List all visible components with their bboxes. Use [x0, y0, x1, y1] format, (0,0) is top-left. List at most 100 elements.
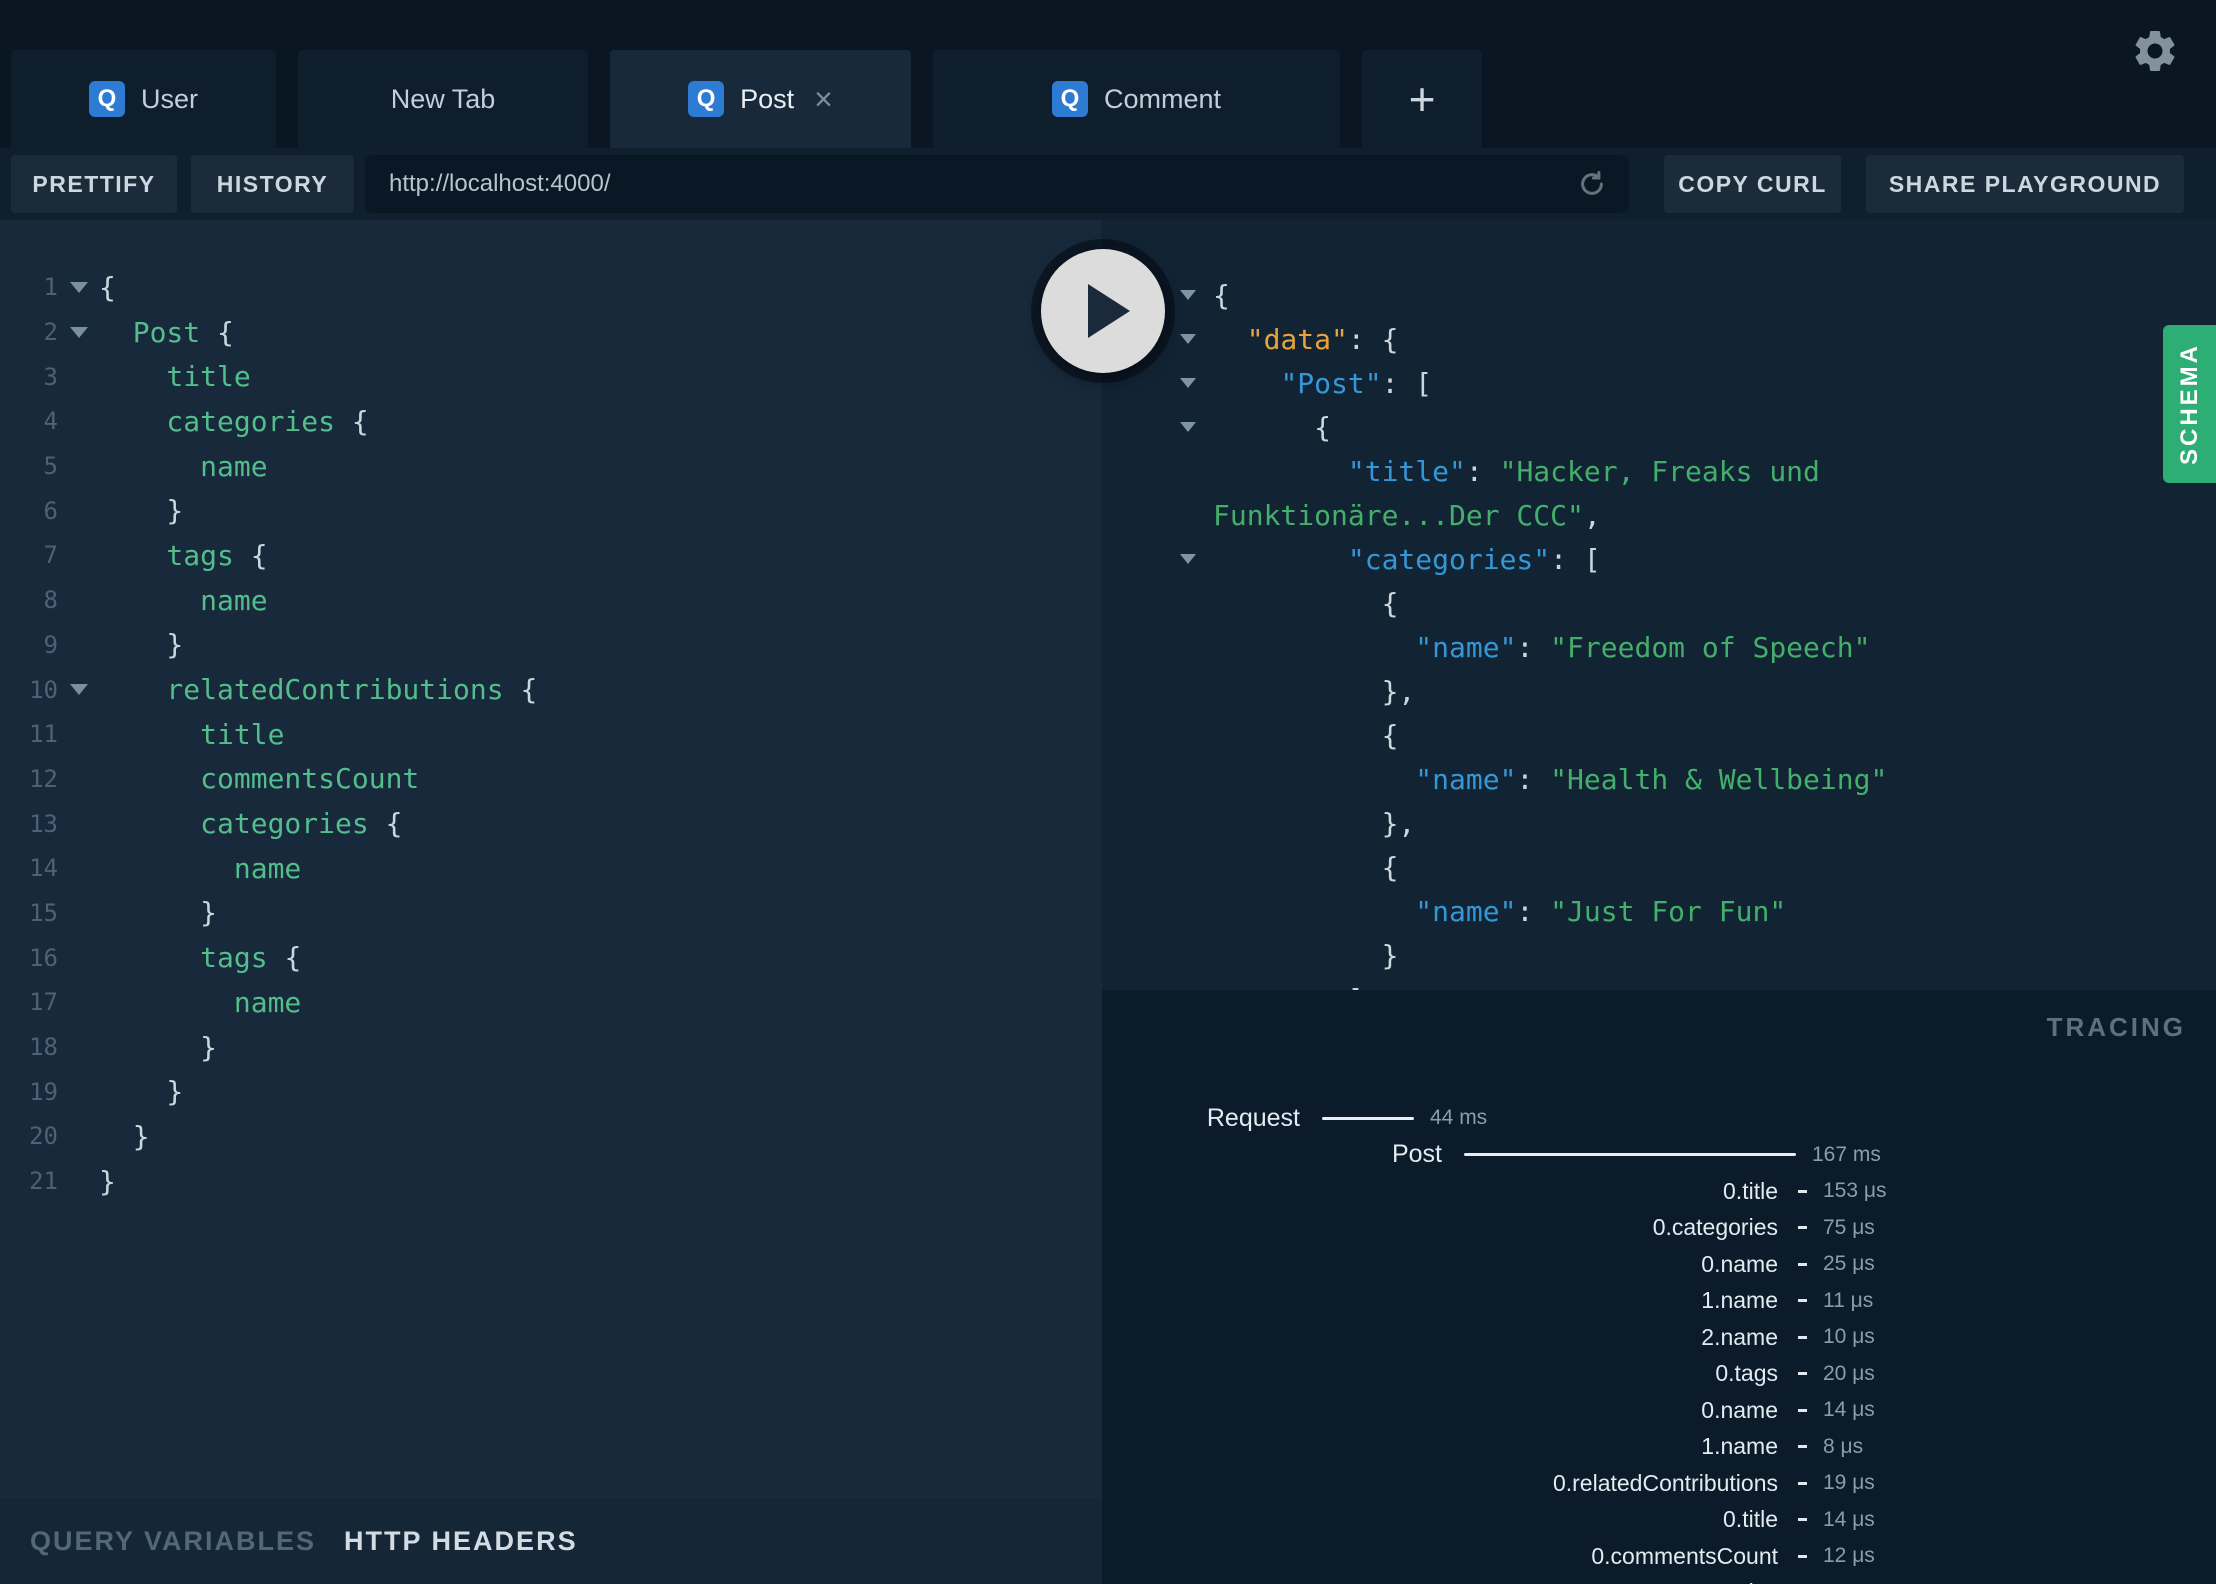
response-line: "data": {: [1102, 317, 2216, 361]
tracing-duration-tick: [1798, 1372, 1807, 1376]
code-token: title: [99, 360, 251, 394]
response-line: },: [1102, 801, 2216, 845]
query-code: }: [99, 1165, 116, 1198]
code-token: : [: [1550, 542, 1601, 576]
line-number: 8: [43, 586, 58, 615]
tab-new-tab[interactable]: New Tab: [298, 50, 588, 148]
line-number: 7: [43, 541, 58, 570]
code-token: name: [99, 985, 302, 1019]
query-code: title: [99, 360, 251, 394]
code-token: ,: [1583, 498, 1601, 532]
response-code: "name": "Health & Wellbeing": [1213, 763, 1887, 796]
tab-close-icon[interactable]: ×: [814, 83, 833, 115]
code-token: "Hacker, Freaks und: [1499, 454, 1820, 488]
editor-footer: QUERY VARIABLES HTTP HEADERS: [0, 1498, 1102, 1584]
tab-label: New Tab: [390, 83, 496, 114]
editor-line: 11 title: [0, 712, 1102, 757]
fold-arrow-icon[interactable]: [69, 326, 88, 338]
code-token: :: [1516, 894, 1551, 928]
code-token: "Post": [1280, 366, 1382, 400]
tracing-span-label: Post: [1391, 1140, 1442, 1169]
tracing-field-row: 0.categories 75 μs: [1102, 1210, 2216, 1247]
http-headers-tab[interactable]: HTTP HEADERS: [344, 1526, 578, 1557]
editor-line: 3 title: [0, 354, 1102, 399]
fold-arrow-icon[interactable]: [1180, 290, 1196, 300]
response-line: ],: [1102, 977, 2216, 991]
copy-curl-button[interactable]: COPY CURL: [1664, 155, 1841, 213]
line-number: 6: [43, 496, 58, 525]
editor-line: 14 name: [0, 846, 1102, 891]
line-number: 11: [29, 720, 58, 749]
line-number: 4: [43, 407, 58, 436]
share-playground-button[interactable]: SHARE PLAYGROUND: [1866, 155, 2184, 213]
editor-line: 21}: [0, 1159, 1102, 1204]
history-button[interactable]: HISTORY: [191, 155, 354, 213]
settings-gear-icon[interactable]: [2130, 26, 2180, 76]
query-variables-tab[interactable]: QUERY VARIABLES: [30, 1526, 316, 1557]
fold-arrow-icon[interactable]: [69, 684, 88, 696]
line-number: 13: [29, 809, 58, 838]
editor-line: 12 commentsCount: [0, 757, 1102, 802]
endpoint-url-input[interactable]: [365, 155, 1629, 213]
code-token: }: [99, 1119, 150, 1153]
reload-endpoint-icon[interactable]: [1577, 169, 1607, 199]
query-code: }: [99, 896, 217, 929]
code-token: {: [217, 315, 234, 349]
add-tab-button[interactable]: +: [1362, 50, 1482, 148]
fold-arrow-icon[interactable]: [1180, 334, 1196, 344]
query-editor-lines: 1{2 Post {3 title 4 categories {5 name 6 }…: [0, 220, 1102, 1203]
code-token: "Freedom of Speech": [1550, 630, 1871, 664]
tracing-span-row: Post 167 ms: [1102, 1137, 2216, 1174]
line-number: 5: [43, 452, 58, 481]
query-code: title: [99, 718, 284, 751]
tracing-field-label: 0.commentsCount: [1591, 1542, 1778, 1569]
editor-line: 20 }: [0, 1114, 1102, 1159]
code-token: "name": [1415, 762, 1517, 796]
query-code: }: [99, 1075, 183, 1108]
editor-line: 15 }: [0, 891, 1102, 936]
fold-gutter: [1180, 554, 1213, 564]
response-line: "title": "Hacker, Freaks und: [1102, 449, 2216, 493]
prettify-button[interactable]: PRETTIFY: [11, 155, 177, 213]
code-token: },: [1213, 674, 1416, 708]
tracing-field-label: 0.title: [1723, 1506, 1778, 1533]
code-token: {: [1213, 718, 1399, 752]
editor-line: 5 name: [0, 444, 1102, 489]
tracing-time: 12 μs: [1823, 1544, 1875, 1568]
query-code: tags {: [99, 539, 267, 572]
execute-query-button[interactable]: [1041, 249, 1165, 373]
editor-line: 16 tags {: [0, 935, 1102, 980]
tracing-field-label: 0.categories: [1102, 1579, 1778, 1584]
tab-label: User: [140, 83, 198, 114]
fold-gutter: [1180, 334, 1213, 344]
response-line: "Post": [: [1102, 361, 2216, 405]
code-token: :: [1516, 762, 1551, 796]
fold-arrow-icon[interactable]: [1180, 378, 1196, 388]
tracing-duration-tick: [1798, 1408, 1807, 1412]
schema-sidebar-tab[interactable]: SCHEMA: [2163, 325, 2216, 483]
code-token: "name": [1415, 630, 1517, 664]
fold-arrow-icon[interactable]: [69, 281, 88, 293]
tab-comment[interactable]: Q Comment: [933, 50, 1340, 148]
tab-user[interactable]: Q User: [11, 50, 276, 148]
tracing-time: 167 ms: [1812, 1142, 1881, 1166]
code-token: "title": [1347, 454, 1466, 488]
fold-arrow-icon[interactable]: [1180, 422, 1196, 432]
fold-arrow-icon[interactable]: [1180, 554, 1196, 564]
code-token: name: [99, 583, 268, 617]
fold-gutter: [1180, 378, 1213, 388]
query-code: name: [99, 986, 301, 1019]
tab-post[interactable]: Q Post ×: [610, 50, 911, 148]
query-editor-panel[interactable]: 1{2 Post {3 title 4 categories {5 name 6 }…: [0, 220, 1102, 1584]
line-number: 20: [29, 1122, 58, 1151]
code-token: {: [1213, 586, 1399, 620]
line-number: 10: [29, 675, 58, 704]
tracing-field-label: 0.name: [1701, 1396, 1778, 1423]
tracing-field-row: 0.name 14 μs: [1102, 1392, 2216, 1429]
tracing-field-row: 2.name 10 μs: [1102, 1319, 2216, 1356]
toolbar: PRETTIFY HISTORY COPY CURL SHARE PLAYGRO…: [0, 148, 2216, 220]
